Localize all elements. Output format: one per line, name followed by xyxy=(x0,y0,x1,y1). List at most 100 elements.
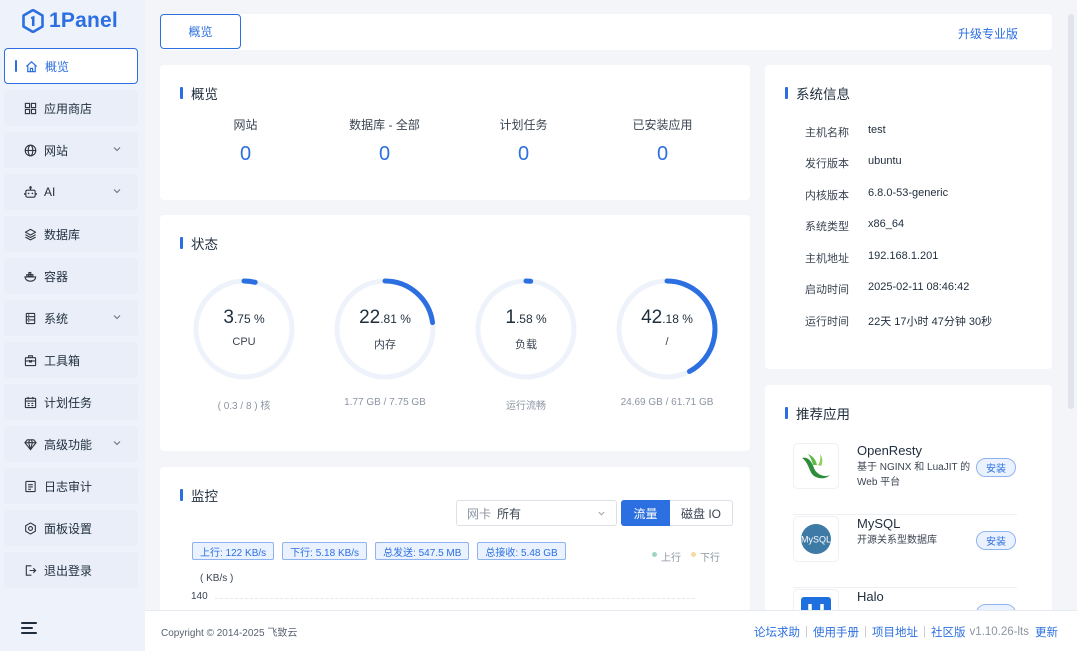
upgrade-pro-link[interactable]: 升级专业版 xyxy=(958,25,1018,42)
settings-icon xyxy=(24,521,37,535)
sidebar-item-settings[interactable]: 面板设置 xyxy=(4,510,138,546)
app-description: 开源关系型数据库 xyxy=(857,535,937,546)
sysinfo-row-hostname: 主机名称 test xyxy=(805,124,886,139)
total-received-badge: 总接收: 5.48 GB xyxy=(477,542,566,560)
sidebar-item-system[interactable]: 系统 xyxy=(4,300,138,336)
sidebar-item-label: 高级功能 xyxy=(44,437,93,452)
app-name: OpenResty xyxy=(857,443,923,458)
toolbox-icon xyxy=(24,354,37,367)
sidebar-item-advanced[interactable]: 高级功能 xyxy=(4,426,138,462)
overview-label: 已安装应用 xyxy=(632,118,693,132)
overview-value: 0 xyxy=(378,143,391,165)
chart-y-tick: 140 xyxy=(191,591,208,602)
collapse-menu-icon[interactable] xyxy=(21,622,37,636)
sidebar-item-overview[interactable]: 概览 xyxy=(4,48,138,84)
logo[interactable]: 1Panel xyxy=(22,8,118,34)
sysinfo-row-kernel: 内核版本 6.8.0-53-generic xyxy=(805,187,949,202)
app-description: 基于 NGINX 和 LuaJIT 的 Web 平台 xyxy=(857,462,971,488)
sidebar-item-website[interactable]: 网站 xyxy=(4,132,138,168)
legend-dot xyxy=(691,552,696,557)
sidebar-item-app-store[interactable]: 应用商店 xyxy=(4,90,138,126)
card-title: 概览 xyxy=(180,83,218,103)
disk-usage-text: 24.69 GB / 61.71 GB xyxy=(620,397,714,408)
sidebar: 1Panel 概览 应用商店 网站 AI 数据库 容器 系统 工具箱 计划任务 … xyxy=(0,0,145,651)
svg-text:MySQL: MySQL xyxy=(801,535,831,545)
tab-overview[interactable]: 概览 xyxy=(160,14,241,49)
legend-dot xyxy=(652,552,657,557)
gauge-label: 内存 xyxy=(374,339,396,351)
footer: Copyright © 2014-2025 飞致云 论坛求助 | 使用手册 | … xyxy=(145,610,1077,651)
app-item-openresty[interactable]: OpenResty 基于 NGINX 和 LuaJIT 的 Web 平台 安装 xyxy=(793,443,1017,515)
log-icon xyxy=(24,480,37,493)
recommended-apps-card: 推荐应用 OpenResty 基于 NGINX 和 LuaJIT 的 Web 平… xyxy=(765,385,1052,610)
sidebar-item-container[interactable]: 容器 xyxy=(4,258,138,294)
gauge-value: 42.18 % xyxy=(641,307,693,328)
globe-icon xyxy=(24,144,37,157)
system-info-card: 系统信息 主机名称 test 发行版本 ubuntu 内核版本 6.8.0-53-ge… xyxy=(765,65,1052,369)
app-item-mysql[interactable]: MySQL MySQL 开源关系型数据库 安装 xyxy=(793,516,1017,588)
mysql-icon: MySQL xyxy=(793,516,839,562)
card-title: 监控 xyxy=(180,485,218,505)
sidebar-item-label: 应用商店 xyxy=(44,101,93,116)
sidebar-item-label: 系统 xyxy=(44,311,69,326)
sidebar-item-label: 容器 xyxy=(44,269,69,284)
sidebar-item-label: 退出登录 xyxy=(44,563,93,578)
sysinfo-row-distro: 发行版本 ubuntu xyxy=(805,155,902,170)
chevron-down-icon xyxy=(113,441,121,446)
forum-link[interactable]: 论坛求助 xyxy=(754,624,800,640)
disk-io-button[interactable]: 磁盘 IO xyxy=(670,500,733,526)
sidebar-item-database[interactable]: 数据库 xyxy=(4,216,138,252)
overview-value: 0 xyxy=(517,143,530,165)
overview-websites[interactable]: 网站 0 xyxy=(176,116,315,166)
traffic-stats: 上行: 122 KB/s 下行: 5.18 KB/s 总发送: 547.5 MB… xyxy=(192,542,574,560)
separator: | xyxy=(864,626,868,638)
logout-icon xyxy=(24,564,37,577)
load-gauge[interactable]: 1.58 % 负载 xyxy=(474,277,578,381)
overview-label: 网站 xyxy=(233,118,258,132)
update-link[interactable]: 更新 xyxy=(1035,624,1058,640)
page-scrollbar[interactable] xyxy=(1068,14,1074,409)
sysinfo-row-arch: 系统类型 x86_64 xyxy=(805,218,905,233)
overview-card: 概览 网站 0 数据库 - 全部 0 计划任务 0 已安装应用 0 xyxy=(160,65,750,200)
diamond-icon xyxy=(24,438,37,451)
sysinfo-row-ip: 主机地址 192.168.1.201 xyxy=(805,250,939,265)
gauge-label: CPU xyxy=(232,336,256,348)
footer-links: 论坛求助 | 使用手册 | 项目地址 | 社区版 v1.10.26-lts 更新 xyxy=(754,624,1058,640)
sidebar-item-cron[interactable]: 计划任务 xyxy=(4,384,138,420)
sidebar-item-logout[interactable]: 退出登录 xyxy=(4,552,138,588)
home-icon xyxy=(25,60,38,73)
server-icon xyxy=(24,312,37,325)
cpu-gauge[interactable]: 3.75 % CPU xyxy=(192,277,296,381)
sidebar-item-logs[interactable]: 日志审计 xyxy=(4,468,138,504)
overview-label: 计划任务 xyxy=(499,118,548,132)
disk-gauge[interactable]: 42.18 % / xyxy=(615,277,719,381)
sidebar-item-label: 数据库 xyxy=(44,227,81,242)
sidebar-item-ai[interactable]: AI xyxy=(4,174,138,210)
total-sent-badge: 总发送: 547.5 MB xyxy=(375,542,470,560)
legend-download[interactable]: 下行 xyxy=(691,549,720,564)
version-text: v1.10.26-lts xyxy=(969,626,1029,638)
overview-cron[interactable]: 计划任务 0 xyxy=(454,116,593,166)
top-bar: 概览 升级专业版 xyxy=(160,14,1052,50)
load-status-text: 运行流畅 xyxy=(506,401,546,412)
project-link[interactable]: 项目地址 xyxy=(872,624,918,640)
sidebar-item-label: 工具箱 xyxy=(44,353,81,368)
gauge-value: 22.81 % xyxy=(359,307,411,328)
overview-databases[interactable]: 数据库 - 全部 0 xyxy=(315,116,454,166)
sysinfo-row-uptime: 运行时间 22天 17小时 47分钟 30秒 xyxy=(805,316,993,328)
overview-apps[interactable]: 已安装应用 0 xyxy=(593,116,732,166)
nic-select[interactable]: 网卡 所有 xyxy=(456,500,617,526)
gauge-value: 3.75 % xyxy=(223,307,265,328)
install-button[interactable]: 安装 xyxy=(976,531,1016,550)
legend-upload[interactable]: 上行 xyxy=(652,549,681,564)
app-item-halo[interactable]: Halo xyxy=(793,589,1017,610)
status-card: 状态 3.75 % CPU 22.81 % 内存 1.58 % 负载 42.18… xyxy=(160,215,750,451)
memory-usage-text: 1.77 GB / 7.75 GB xyxy=(344,397,426,408)
sidebar-item-toolbox[interactable]: 工具箱 xyxy=(4,342,138,378)
traffic-button[interactable]: 流量 xyxy=(621,500,670,526)
manual-link[interactable]: 使用手册 xyxy=(813,624,859,640)
cpu-cores-text: ( 0.3 / 8 ) 核 xyxy=(217,401,271,412)
install-button[interactable]: 安装 xyxy=(976,458,1016,477)
halo-icon xyxy=(793,589,839,610)
memory-gauge[interactable]: 22.81 % 内存 xyxy=(333,277,437,381)
